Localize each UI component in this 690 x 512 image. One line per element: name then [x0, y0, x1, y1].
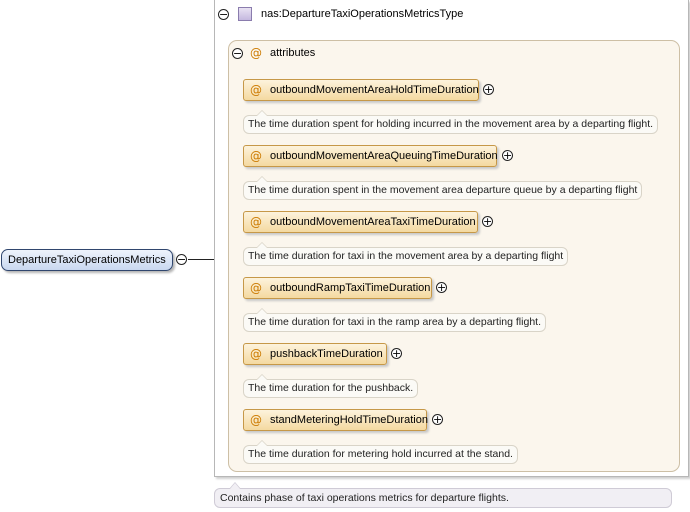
attribute-documentation: The time duration for metering hold incu…	[243, 440, 518, 464]
attribute-expand-toggle[interactable]: +	[432, 414, 443, 425]
root-connector-line	[188, 259, 215, 260]
attribute-box[interactable]: @ outboundMovementAreaTaxiTimeDuration	[243, 211, 478, 233]
attribute-name: outboundMovementAreaTaxiTimeDuration	[270, 216, 476, 228]
root-element-label: DepartureTaxiOperationsMetrics	[8, 254, 166, 266]
attribute-at-icon: @	[250, 215, 262, 229]
attribute-documentation: The time duration for taxi in the moveme…	[243, 242, 569, 266]
attribute-documentation: The time duration for taxi in the ramp a…	[243, 308, 546, 332]
attribute-at-icon: @	[250, 413, 262, 427]
attribute-box[interactable]: @ outboundMovementAreaHoldTimeDuration	[243, 79, 479, 101]
attribute-name: outboundMovementAreaQueuingTimeDuration	[270, 150, 498, 162]
root-collapse-toggle[interactable]: −	[176, 254, 187, 265]
attributes-collapse-toggle[interactable]: −	[232, 48, 243, 59]
attribute-name: pushbackTimeDuration	[270, 348, 383, 360]
type-collapse-toggle[interactable]: −	[218, 9, 229, 20]
attributes-at-icon: @	[250, 46, 262, 60]
attribute-at-icon: @	[250, 149, 262, 163]
attribute-box[interactable]: @ outboundRampTaxiTimeDuration	[243, 277, 432, 299]
attribute-documentation: The time duration for the pushback.	[243, 374, 419, 398]
attribute-expand-toggle[interactable]: +	[391, 348, 402, 359]
attribute-documentation: The time duration spent in the movement …	[243, 176, 643, 200]
attribute-box[interactable]: @ pushbackTimeDuration	[243, 343, 387, 365]
attribute-name: outboundMovementAreaHoldTimeDuration	[270, 84, 479, 96]
complex-type-icon	[238, 7, 252, 21]
attribute-at-icon: @	[250, 83, 262, 97]
root-element-box[interactable]: DepartureTaxiOperationsMetrics	[1, 249, 173, 271]
attribute-documentation: The time duration spent for holding incu…	[243, 110, 659, 134]
attribute-expand-toggle[interactable]: +	[483, 84, 494, 95]
attribute-expand-toggle[interactable]: +	[482, 216, 493, 227]
attribute-name: standMeteringHoldTimeDuration	[270, 414, 428, 426]
attributes-group-label: attributes	[270, 47, 316, 59]
attribute-box[interactable]: @ standMeteringHoldTimeDuration	[243, 409, 428, 431]
attribute-expand-toggle[interactable]: +	[436, 282, 447, 293]
complex-type-documentation: Contains phase of taxi operations metric…	[214, 482, 672, 508]
attribute-name: outboundRampTaxiTimeDuration	[270, 282, 431, 294]
attribute-at-icon: @	[250, 347, 262, 361]
attribute-at-icon: @	[250, 281, 262, 295]
attribute-expand-toggle[interactable]: +	[502, 150, 513, 161]
attribute-box[interactable]: @ outboundMovementAreaQueuingTimeDuratio…	[243, 145, 498, 167]
complex-type-title: nas:DepartureTaxiOperationsMetricsType	[261, 8, 464, 20]
